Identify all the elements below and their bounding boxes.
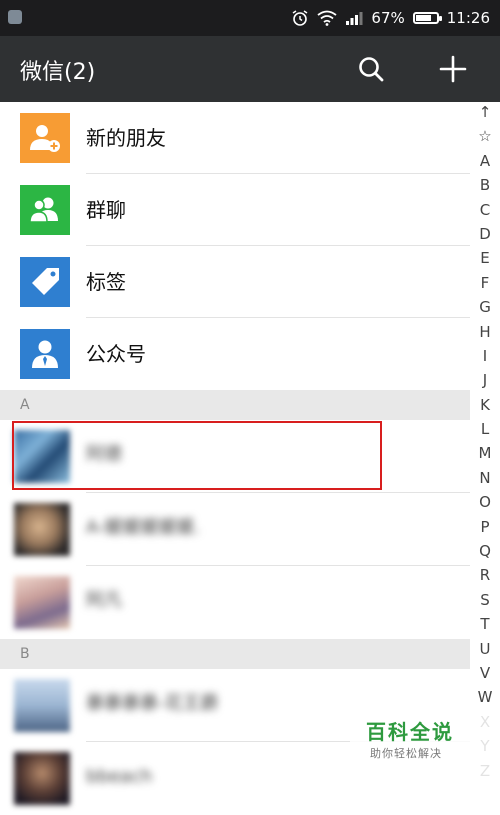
index-letter[interactable]: O (470, 490, 500, 514)
contact-list: 新的朋友 群聊 标签 公众号 A 阿德 A-媛媛媛媛媛. 阿凡 B 暴暴暴暴-花… (0, 102, 470, 815)
index-letter[interactable]: L (470, 417, 500, 441)
add-button[interactable] (434, 50, 472, 88)
official-accounts-label: 公众号 (86, 342, 146, 366)
search-button[interactable] (352, 50, 390, 88)
page-title: 微信(2) (20, 60, 96, 85)
group-chat-label: 群聊 (86, 198, 126, 222)
group-chat-item[interactable]: 群聊 (0, 174, 470, 246)
index-letter[interactable]: H (470, 320, 500, 344)
group-chat-icon (20, 185, 70, 235)
watermark-title: 百科全说 (366, 720, 454, 744)
watermark-subtitle: 助你轻松解决 (370, 747, 442, 760)
official-account-icon (20, 329, 70, 379)
index-letter[interactable]: E (470, 246, 500, 270)
index-letter[interactable]: Q (470, 539, 500, 563)
index-letter[interactable]: T (470, 612, 500, 636)
index-letter[interactable]: K (470, 393, 500, 417)
watermark: 百科全说 助你轻松解决 (350, 712, 500, 790)
official-accounts-item[interactable]: 公众号 (0, 318, 470, 390)
avatar (14, 576, 70, 629)
status-bar: 67% 11:26 (0, 0, 500, 36)
index-letter[interactable]: D (470, 222, 500, 246)
top-navigation-bar: 微信(2) (0, 36, 500, 102)
index-letter[interactable]: P (470, 515, 500, 539)
avatar (14, 752, 70, 805)
avatar (14, 679, 70, 732)
index-letter[interactable]: R (470, 563, 500, 587)
new-friend-icon (20, 113, 70, 163)
avatar (14, 503, 70, 556)
contact-item[interactable]: 阿德 (0, 420, 470, 493)
avatar (14, 430, 70, 483)
tags-label: 标签 (86, 270, 126, 294)
contact-name: bbeach (86, 766, 153, 787)
section-header-a: A (0, 390, 470, 420)
index-letter[interactable]: G (470, 295, 500, 319)
clock-time: 11:26 (446, 9, 490, 27)
battery-fill (415, 15, 431, 21)
index-letter[interactable]: N (470, 466, 500, 490)
tag-icon (20, 257, 70, 307)
alarm-icon (293, 10, 308, 26)
contact-name: A-媛媛媛媛媛. (86, 517, 201, 538)
index-letter[interactable]: V (470, 661, 500, 685)
battery-percent: 67% (371, 9, 405, 27)
index-letter[interactable]: B (470, 173, 500, 197)
new-friends-label: 新的朋友 (86, 126, 166, 150)
index-letter[interactable]: I (470, 344, 500, 368)
index-letter[interactable]: U (470, 637, 500, 661)
index-letter[interactable]: M (470, 441, 500, 465)
contact-name: 暴暴暴暴-花王爵 (86, 693, 219, 714)
battery-icon (412, 12, 442, 24)
index-letter[interactable]: F (470, 271, 500, 295)
cellular-signal-icon (346, 12, 363, 25)
index-letter[interactable]: C (470, 198, 500, 222)
search-icon (359, 57, 384, 82)
index-letter[interactable]: S (470, 588, 500, 612)
index-letter[interactable]: ☆ (470, 124, 500, 148)
new-friends-item[interactable]: 新的朋友 (0, 102, 470, 174)
gallery-notification-icon (8, 10, 22, 24)
contact-name: 阿德 (86, 444, 122, 465)
status-bar-right: 67% 11:26 (291, 0, 490, 36)
contact-item[interactable]: A-媛媛媛媛媛. (0, 493, 470, 566)
plus-icon (439, 55, 467, 83)
index-letter[interactable]: ↑ (470, 100, 500, 124)
contact-name: 阿凡 (86, 590, 122, 611)
section-header-b: B (0, 639, 470, 669)
tags-item[interactable]: 标签 (0, 246, 470, 318)
wifi-icon (317, 10, 337, 26)
index-letter[interactable]: J (470, 368, 500, 392)
index-letter[interactable]: W (470, 685, 500, 709)
alphabet-index[interactable]: ↑☆ABCDEFGHIJKLMNOPQRSTUVWXYZ (470, 100, 500, 790)
index-letter[interactable]: A (470, 149, 500, 173)
contact-item[interactable]: 阿凡 (0, 566, 470, 639)
